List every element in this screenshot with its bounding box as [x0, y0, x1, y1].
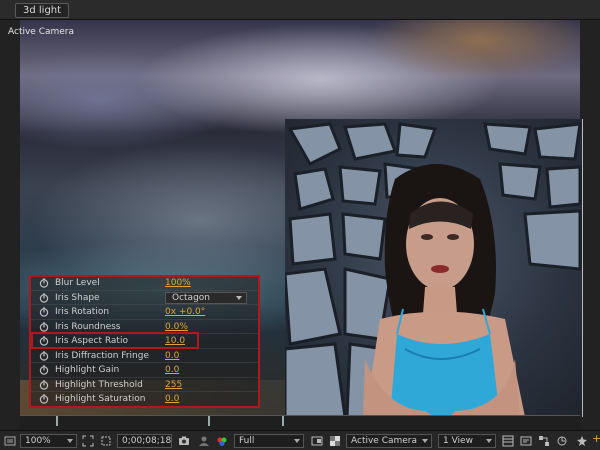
- effect-value[interactable]: 0.0: [165, 392, 179, 406]
- stopwatch-icon[interactable]: [39, 350, 49, 361]
- region-of-interest-icon[interactable]: [100, 435, 112, 447]
- always-preview-icon[interactable]: [4, 435, 16, 447]
- effect-value[interactable]: 100%: [165, 276, 191, 290]
- color-channels-icon[interactable]: [216, 435, 228, 447]
- reset-exposure-icon[interactable]: [556, 435, 568, 447]
- camera-snapshot-icon[interactable]: [178, 435, 190, 447]
- effect-row-highlight-gain[interactable]: Highlight Gain 0.0: [31, 363, 259, 378]
- fast-previews-icon[interactable]: [576, 435, 588, 447]
- zoom-dropdown[interactable]: 100%: [20, 434, 77, 448]
- view-layout-value: 1 View: [443, 436, 473, 446]
- camera-view-value: Active Camera: [351, 436, 418, 446]
- comp-flowchart-icon[interactable]: [538, 435, 550, 447]
- chevron-down-icon: [486, 439, 492, 443]
- keyframe-tick: [56, 416, 58, 426]
- effect-row-iris-aspect-ratio[interactable]: Iris Aspect Ratio 10.0: [31, 334, 259, 349]
- effect-label: Iris Shape: [55, 292, 100, 303]
- effect-row-iris-diffraction-fringe[interactable]: Iris Diffraction Fringe 0.0: [31, 349, 259, 363]
- effect-label: Iris Aspect Ratio: [55, 336, 128, 346]
- stopwatch-icon[interactable]: [39, 394, 49, 404]
- view-layout-dropdown[interactable]: 1 View: [438, 434, 496, 448]
- effect-label: Highlight Gain: [55, 365, 120, 375]
- chevron-down-icon: [422, 439, 428, 443]
- effect-label: Iris Roundness: [55, 321, 121, 332]
- stopwatch-icon[interactable]: [39, 336, 49, 346]
- portrait-illustration: [285, 122, 582, 417]
- resolution-value: Full: [239, 436, 255, 446]
- stopwatch-icon[interactable]: [39, 278, 49, 288]
- composition-viewer[interactable]: Active Camera Blur Level 100% Iris Shape…: [0, 20, 600, 430]
- stopwatch-icon[interactable]: [39, 379, 49, 390]
- region-toggle-icon[interactable]: [311, 435, 323, 447]
- effect-label: Blur Level: [55, 278, 100, 288]
- stopwatch-icon[interactable]: [39, 307, 49, 317]
- effect-row-highlight-saturation[interactable]: Highlight Saturation 0.0: [31, 392, 259, 407]
- chevron-down-icon: [294, 439, 300, 443]
- toggle-pixel-aspect-icon[interactable]: [502, 435, 514, 447]
- fit-region-icon[interactable]: [82, 435, 94, 447]
- stopwatch-icon[interactable]: [39, 365, 49, 375]
- effect-value[interactable]: 0x +0.0°: [165, 305, 205, 319]
- effect-value[interactable]: 255: [165, 378, 182, 392]
- effect-label: Iris Diffraction Fringe: [55, 350, 149, 361]
- resolution-dropdown[interactable]: Full: [234, 434, 304, 448]
- effect-value[interactable]: 0.0: [165, 363, 179, 377]
- effect-label: Highlight Saturation: [55, 394, 146, 404]
- effect-row-iris-shape[interactable]: Iris Shape Octagon: [31, 291, 259, 305]
- keyframe-tick: [208, 416, 210, 426]
- effect-value[interactable]: 0.0: [165, 349, 179, 363]
- effect-row-iris-rotation[interactable]: Iris Rotation 0x +0.0°: [31, 305, 259, 320]
- camera-view-dropdown[interactable]: Active Camera: [346, 434, 432, 448]
- dropdown-value: Octagon: [172, 292, 210, 303]
- timecode-display[interactable]: 0;00;08;18: [117, 434, 172, 448]
- effect-value[interactable]: 0.0%: [165, 320, 188, 334]
- effect-row-highlight-threshold[interactable]: Highlight Threshold 255: [31, 378, 259, 392]
- stopwatch-icon[interactable]: [39, 292, 49, 303]
- plus-icon[interactable]: +: [592, 433, 600, 447]
- composition-tab-bar: 3d light: [0, 0, 600, 20]
- viewer-toolbar: 100% 0;00;08;18 Full Active Camera 1 Vie…: [0, 430, 600, 450]
- effect-value[interactable]: 10.0: [165, 334, 185, 348]
- timeline-scrub-track[interactable]: [20, 415, 580, 430]
- effect-row-blur-level[interactable]: Blur Level 100%: [31, 276, 259, 291]
- chevron-down-icon: [236, 295, 242, 300]
- active-camera-label: Active Camera: [8, 27, 75, 37]
- effect-label: Highlight Threshold: [55, 379, 143, 390]
- transparency-grid-icon[interactable]: [329, 435, 341, 447]
- effect-row-iris-roundness[interactable]: Iris Roundness 0.0%: [31, 320, 259, 334]
- iris-shape-dropdown[interactable]: Octagon: [165, 291, 247, 304]
- effect-controls-panel: Blur Level 100% Iris Shape Octagon Iris …: [31, 276, 259, 407]
- show-snapshot-icon[interactable]: [198, 435, 210, 447]
- chevron-down-icon: [67, 439, 73, 443]
- timeline-icon[interactable]: [520, 435, 532, 447]
- portrait-layer-image[interactable]: [285, 119, 583, 417]
- stopwatch-icon[interactable]: [39, 321, 49, 332]
- timecode-value: 0;00;08;18: [122, 436, 172, 446]
- zoom-value: 100%: [25, 436, 51, 446]
- keyframe-tick: [282, 416, 284, 426]
- composition-tab[interactable]: 3d light: [15, 3, 70, 18]
- effect-label: Iris Rotation: [55, 307, 110, 317]
